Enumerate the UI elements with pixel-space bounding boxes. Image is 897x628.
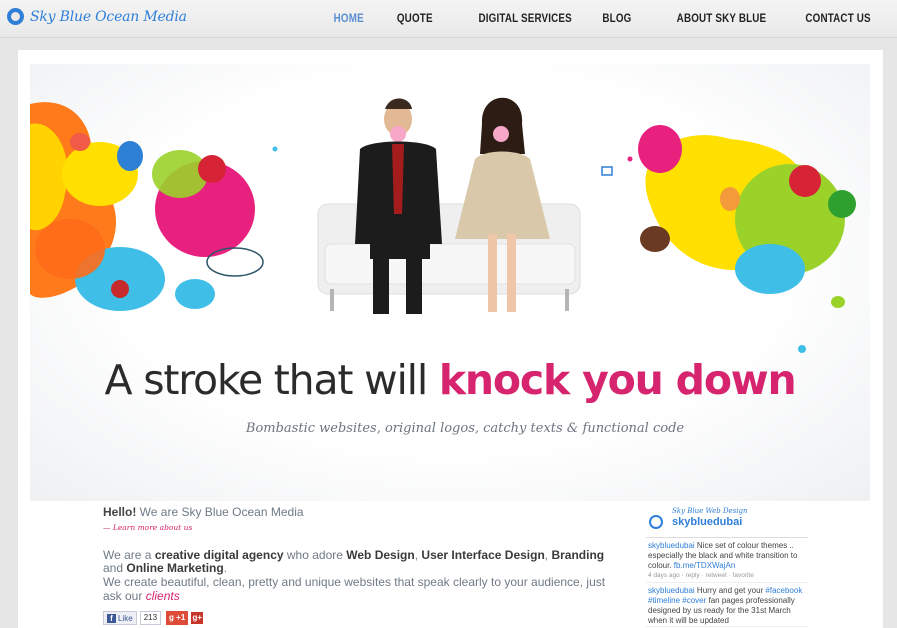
nav-digital-services[interactable]: DIGITAL SERVICES [478, 11, 571, 25]
nav-blog[interactable]: BLOG [603, 11, 632, 25]
desc-bold: Web Design [346, 548, 415, 562]
facebook-icon: f [107, 613, 116, 623]
tweet-hashtag[interactable]: #cover [682, 596, 706, 605]
headline-strong: knock you down [438, 356, 797, 404]
nav-about[interactable]: ABOUT SKY BLUE [677, 11, 767, 25]
twitter-name[interactable]: skybluedubai [672, 516, 748, 528]
desc-text: . [223, 561, 228, 575]
nav-home[interactable]: HOME [334, 11, 364, 25]
social-buttons: f Like 213 g +1 g+ [103, 611, 204, 625]
google-plus-icon[interactable]: g+ [191, 612, 204, 624]
tweet-text: Hurry and get your [694, 586, 766, 595]
tweet-user[interactable]: skybluedubai [648, 586, 695, 595]
learn-more-link[interactable]: — Learn more about us [103, 523, 623, 532]
nav-quote[interactable]: QUOTE [397, 11, 433, 25]
desc-bold: creative digital agency [154, 548, 284, 562]
site-logo[interactable]: Sky Blue Ocean Media [7, 8, 187, 25]
twitter-avatar [649, 515, 663, 529]
desc-bold: User Interface Design [421, 548, 545, 562]
fb-like-count: 213 [139, 611, 162, 625]
hero-tagline: Bombastic websites, original logos, catc… [245, 421, 685, 436]
intro-description: We are a creative digital agency who ado… [103, 549, 623, 575]
main-nav: HOME QUOTE DIGITAL SERVICES BLOG ABOUT S… [302, 11, 871, 25]
intro-section: Hello! We are Sky Blue Ocean Media — Lea… [103, 505, 623, 603]
site-header: Sky Blue Ocean Media HOME QUOTE DIGITAL … [0, 0, 897, 38]
fb-like-label: Like [118, 613, 133, 623]
hero-banner: A stroke that will knock you down Bombas… [30, 64, 870, 501]
desc-text: who adore [283, 548, 347, 562]
nav-contact[interactable]: CONTACT US [806, 11, 871, 25]
facebook-like-button[interactable]: f Like [103, 611, 137, 625]
tweet-user[interactable]: skybluedubai [648, 541, 695, 550]
logo-text: Sky Blue Ocean Media [30, 8, 187, 25]
tweet-link[interactable]: fb.me/TDXWajAn [674, 561, 736, 570]
tweet-meta[interactable]: 4 days ago · reply · retweet · favorite [648, 571, 806, 580]
tweet-hashtag[interactable]: #facebook [765, 586, 802, 595]
desc-text: We are a [103, 548, 155, 562]
headline-plain: A stroke that will [104, 356, 429, 404]
clients-link[interactable]: clients [146, 589, 180, 603]
intro-description-2: We create beautiful, clean, pretty and u… [103, 575, 623, 603]
content-panel: A stroke that will knock you down Bombas… [18, 50, 883, 628]
hello-rest: We are Sky Blue Ocean Media [136, 505, 304, 519]
desc-bold: Branding [551, 548, 605, 562]
tweet: skybluedubai Hurry and get your #faceboo… [646, 583, 808, 627]
desc-bold: Online Marketing [126, 561, 224, 575]
logo-icon [7, 8, 24, 25]
hero-headline: A stroke that will knock you down [30, 356, 870, 404]
intro-heading: Hello! We are Sky Blue Ocean Media [103, 505, 623, 519]
google-plus-button[interactable]: g +1 [166, 611, 189, 625]
desc-text: and [103, 561, 127, 575]
twitter-subtitle: Sky Blue Web Design [672, 507, 748, 515]
hello-word: Hello! [103, 505, 137, 519]
twitter-widget: Sky Blue Web Design skybluedubai skyblue… [646, 505, 808, 627]
tweet-hashtag[interactable]: #timeline [648, 596, 680, 605]
tweet: skybluedubai Nice set of colour themes .… [646, 538, 808, 583]
twitter-header: Sky Blue Web Design skybluedubai [646, 505, 808, 538]
